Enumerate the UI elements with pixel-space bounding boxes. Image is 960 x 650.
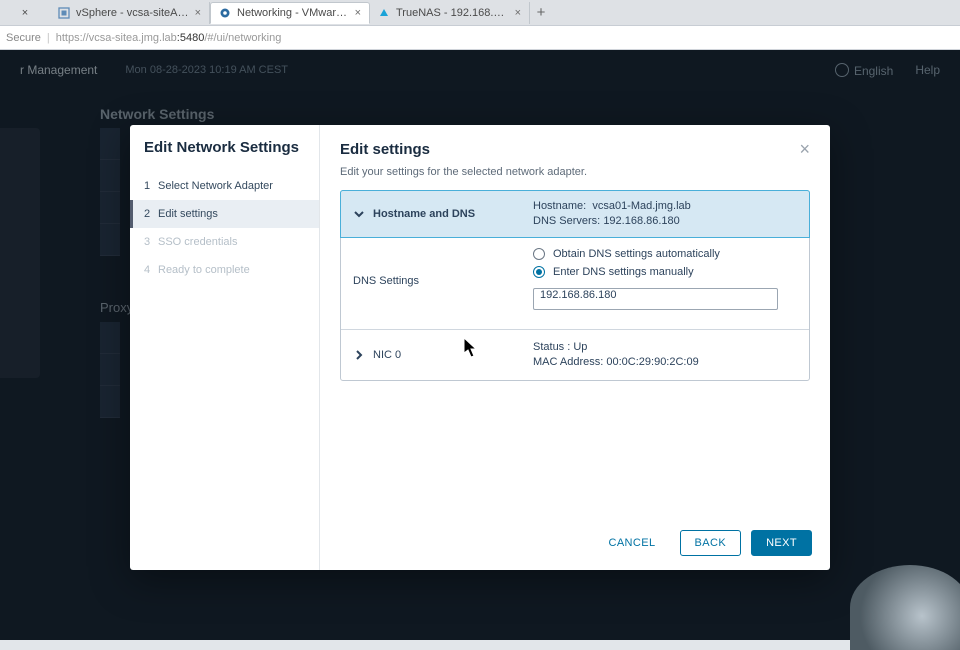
radio-label: Obtain DNS settings automatically	[553, 248, 720, 260]
nic-summary: Status : Up MAC Address: 00:0C:29:90:2C:…	[533, 340, 699, 370]
edit-network-settings-modal: Edit Network Settings 1 Select Network A…	[130, 125, 830, 570]
chevron-right-icon	[353, 349, 365, 361]
wizard-step-3: 3 SSO credentials	[130, 228, 319, 256]
tab-title: vSphere - vcsa-siteA.jmg.lab	[76, 7, 189, 19]
back-button[interactable]: BACK	[680, 530, 742, 556]
settings-panel: Hostname and DNS Hostname: vcsa01-Mad.jm…	[340, 190, 810, 381]
security-status: Secure	[6, 32, 41, 44]
chevron-down-icon	[353, 208, 365, 220]
dns-auto-radio[interactable]: Obtain DNS settings automatically	[533, 248, 797, 260]
vmware-favicon-icon	[219, 7, 231, 19]
step-label: Edit settings	[158, 208, 218, 220]
close-icon[interactable]: ×	[22, 7, 28, 19]
dns-servers-input[interactable]	[533, 288, 778, 310]
browser-tab-vsphere[interactable]: vSphere - vcsa-siteA.jmg.lab ×	[50, 2, 210, 24]
modal-heading: Edit settings	[340, 141, 430, 158]
wizard-step-2[interactable]: 2 Edit settings	[130, 200, 319, 228]
nic0-header[interactable]: NIC 0 Status : Up MAC Address: 00:0C:29:…	[341, 329, 809, 380]
wizard-step-1[interactable]: 1 Select Network Adapter	[130, 172, 319, 200]
next-button[interactable]: NEXT	[751, 530, 812, 556]
wizard-step-4: 4 Ready to complete	[130, 256, 319, 284]
step-label: Ready to complete	[158, 264, 250, 276]
radio-icon	[533, 248, 545, 260]
new-tab-button[interactable]: +	[530, 4, 552, 21]
address-bar[interactable]: Secure | https://vcsa-sitea.jmg.lab:5480…	[0, 26, 960, 50]
nic-label: NIC 0	[373, 349, 401, 361]
truenas-favicon-icon	[378, 7, 390, 19]
dns-settings-label: DNS Settings	[353, 248, 533, 313]
close-icon[interactable]: ×	[355, 7, 361, 19]
step-label: Select Network Adapter	[158, 180, 273, 192]
dns-manual-radio[interactable]: Enter DNS settings manually	[533, 266, 797, 278]
radio-icon	[533, 266, 545, 278]
wizard-sidebar: Edit Network Settings 1 Select Network A…	[130, 125, 320, 570]
modal-description: Edit your settings for the selected netw…	[320, 166, 830, 190]
tab-bar-leading: ×	[0, 7, 50, 19]
url: https://vcsa-sitea.jmg.lab:5480/#/ui/net…	[56, 32, 282, 44]
separator: |	[47, 32, 50, 44]
vsphere-favicon-icon	[58, 7, 70, 19]
hostname-dns-header[interactable]: Hostname and DNS Hostname: vcsa01-Mad.jm…	[340, 190, 810, 238]
hostname-summary: Hostname: vcsa01-Mad.jmg.lab DNS Servers…	[533, 199, 691, 229]
tab-title: Networking - VMware Applianc	[237, 7, 349, 19]
modal-footer: CANCEL BACK NEXT	[320, 516, 830, 570]
browser-tab-truenas[interactable]: TrueNAS - 192.168.86.190 ×	[370, 2, 530, 24]
step-label: SSO credentials	[158, 236, 237, 248]
webcam-overlay	[850, 565, 960, 650]
modal-title: Edit Network Settings	[130, 139, 319, 172]
section-label: Hostname and DNS	[373, 208, 533, 220]
close-icon[interactable]: ×	[195, 7, 201, 19]
cancel-button[interactable]: CANCEL	[594, 530, 669, 556]
tab-title: TrueNAS - 192.168.86.190	[396, 7, 509, 19]
browser-tab-networking[interactable]: Networking - VMware Applianc ×	[210, 2, 370, 24]
browser-tab-bar: × vSphere - vcsa-siteA.jmg.lab × Network…	[0, 0, 960, 26]
modal-main: Edit settings × Edit your settings for t…	[320, 125, 830, 570]
close-icon[interactable]: ×	[515, 7, 521, 19]
close-modal-button[interactable]: ×	[799, 139, 810, 160]
dns-settings-body: DNS Settings Obtain DNS settings automat…	[341, 238, 809, 329]
radio-label: Enter DNS settings manually	[553, 266, 694, 278]
app-viewport: r Management Mon 08-28-2023 10:19 AM CES…	[0, 50, 960, 640]
